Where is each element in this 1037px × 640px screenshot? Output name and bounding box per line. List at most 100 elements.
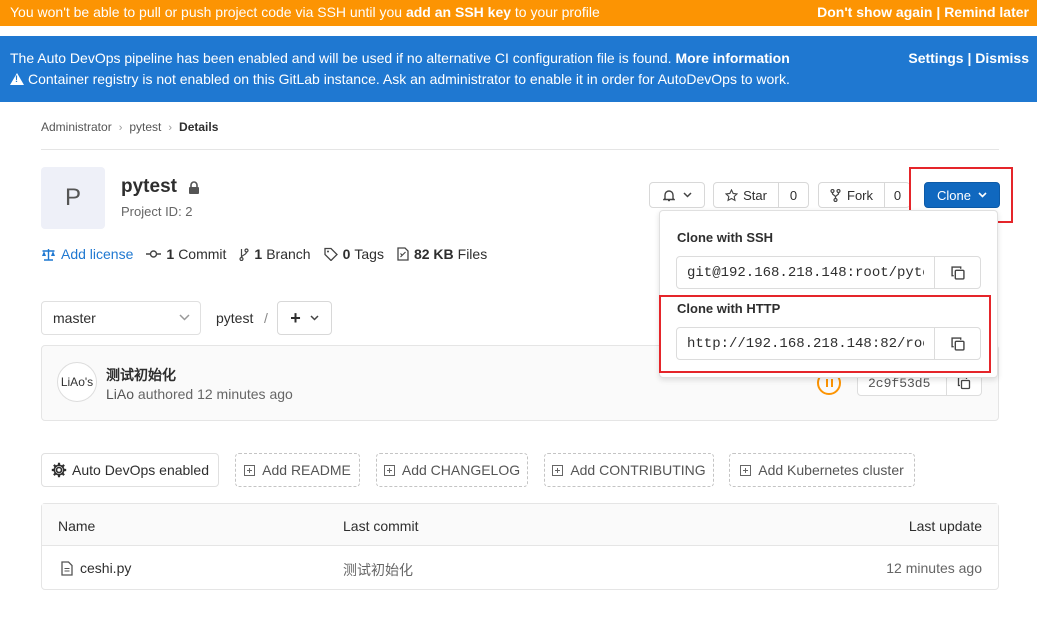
file-size-icon — [397, 247, 409, 261]
star-button[interactable]: Star — [713, 182, 779, 208]
file-name-link[interactable]: ceshi.py — [80, 560, 131, 576]
clone-ssh-label: Clone with SSH — [677, 230, 774, 245]
devops-banner-actions: Settings | Dismiss — [908, 50, 1029, 66]
files-size: 82 KB — [413, 246, 454, 262]
dont-show-again-link[interactable]: Don't show again — [817, 4, 932, 20]
commit-time: authored 12 minutes ago — [134, 386, 293, 402]
ssh-banner-message: You won't be able to pull or push projec… — [10, 4, 600, 20]
commits-link[interactable]: 1 Commit — [146, 246, 226, 262]
tag-icon — [323, 247, 338, 261]
tags-link[interactable]: 0 Tags — [323, 246, 384, 262]
column-header-name: Name — [58, 518, 96, 534]
star-icon — [725, 188, 739, 201]
add-kubernetes-cluster-label: Add Kubernetes cluster — [758, 462, 904, 478]
more-information-link[interactable]: More information — [675, 50, 789, 66]
breadcrumb-item-project[interactable]: pytest — [129, 120, 161, 134]
divider — [41, 149, 999, 150]
path-root-link[interactable]: pytest — [216, 310, 253, 326]
breadcrumb-item-administrator[interactable]: Administrator — [41, 120, 112, 134]
add-license-label: Add license — [61, 246, 134, 262]
add-contributing-button[interactable]: Add CONTRIBUTING — [544, 453, 714, 487]
plus-square-icon — [244, 464, 256, 476]
tag-count: 0 — [342, 246, 351, 262]
breadcrumb-item-details[interactable]: Details — [179, 120, 218, 134]
copy-icon — [957, 376, 971, 390]
ssh-key-banner: You won't be able to pull or push projec… — [0, 0, 1037, 26]
plus-square-icon — [552, 464, 564, 476]
tag-label: Tags — [354, 246, 384, 262]
branches-link[interactable]: 1 Branch — [239, 246, 311, 262]
fork-count[interactable]: 0 — [884, 182, 910, 208]
fork-button[interactable]: Fork — [818, 182, 885, 208]
add-kubernetes-cluster-button[interactable]: Add Kubernetes cluster — [729, 453, 915, 487]
commit-count: 1 — [166, 246, 175, 262]
add-ssh-key-link[interactable]: add an SSH key — [406, 4, 511, 20]
commit-label: Commit — [178, 246, 227, 262]
auto-devops-banner: The Auto DevOps pipeline has been enable… — [0, 36, 1037, 102]
project-stats: Add license 1 Commit 1 Branch 0 Tags 82 KB F… — [41, 246, 500, 262]
add-contributing-label: Add CONTRIBUTING — [570, 462, 706, 478]
add-changelog-button[interactable]: Add CHANGELOG — [376, 453, 528, 487]
fork-label: Fork — [847, 187, 873, 203]
branch-select[interactable]: master — [41, 301, 201, 335]
lock-icon — [189, 181, 199, 194]
branch-label: Branch — [266, 246, 311, 262]
warning-icon — [10, 73, 24, 85]
dismiss-link[interactable]: Dismiss — [975, 50, 1029, 66]
file-icon — [61, 561, 73, 576]
auto-devops-enabled-button[interactable]: Auto DevOps enabled — [41, 453, 219, 487]
devops-banner-line2: Container registry is not enabled on thi… — [10, 71, 790, 87]
commit-icon — [146, 250, 162, 258]
bell-icon — [662, 189, 675, 201]
devops-banner-line1: The Auto DevOps pipeline has been enable… — [10, 50, 790, 66]
star-count[interactable]: 0 — [778, 182, 809, 208]
copy-icon — [950, 265, 965, 280]
project-title: pytest — [121, 176, 177, 197]
settings-link[interactable]: Settings — [908, 50, 963, 66]
column-header-last-update: Last update — [908, 518, 982, 534]
registry-warning-text: Container registry is not enabled on thi… — [28, 71, 790, 87]
scale-icon — [42, 248, 55, 261]
add-to-tree-dropdown[interactable]: + — [277, 301, 332, 335]
column-header-last-commit: Last commit — [343, 518, 419, 534]
star-label: Star — [743, 187, 767, 203]
devops-banner-separator: | — [963, 50, 976, 66]
file-last-commit-link[interactable]: 测试初始化 — [343, 560, 413, 580]
plus-square-icon — [383, 464, 395, 476]
table-header — [42, 504, 998, 546]
commit-title-link[interactable]: 测试初始化 — [106, 365, 176, 385]
ssh-banner-actions: Don't show again | Remind later — [817, 4, 1029, 20]
clone-ssh-url-input[interactable] — [676, 256, 935, 289]
files-link[interactable]: 82 KB Files — [397, 246, 487, 262]
add-changelog-label: Add CHANGELOG — [401, 462, 521, 478]
devops-banner-text: The Auto DevOps pipeline has been enable… — [10, 50, 676, 66]
commit-meta: LiAo authored 12 minutes ago — [106, 386, 293, 402]
plus-square-icon — [740, 464, 752, 476]
clone-http-highlight — [659, 295, 991, 373]
commit-author-link[interactable]: LiAo — [106, 386, 134, 402]
fork-icon — [830, 188, 841, 202]
add-readme-button[interactable]: Add README — [235, 453, 360, 487]
branch-select-value: master — [53, 310, 96, 326]
project-id: Project ID: 2 — [121, 204, 193, 219]
ssh-banner-separator: | — [932, 4, 945, 20]
branch-icon — [239, 247, 250, 261]
path-separator: / — [264, 310, 268, 326]
chevron-down-icon — [310, 315, 319, 321]
file-last-update: 12 minutes ago — [886, 560, 982, 576]
remind-later-link[interactable]: Remind later — [944, 4, 1029, 20]
auto-devops-enabled-label: Auto DevOps enabled — [72, 462, 209, 478]
chevron-right-icon: › — [118, 122, 123, 134]
ssh-banner-text: You won't be able to pull or push projec… — [10, 4, 406, 20]
ssh-banner-suffix: to your profile — [511, 4, 600, 20]
commit-author-avatar[interactable]: LiAo's — [57, 362, 97, 402]
copy-ssh-url-button[interactable] — [934, 256, 981, 289]
plus-icon: + — [290, 308, 301, 328]
add-license-link[interactable]: Add license — [41, 246, 133, 262]
branch-count: 1 — [254, 246, 263, 262]
files-label: Files — [457, 246, 488, 262]
project-avatar: P — [41, 167, 105, 229]
chevron-right-icon: › — [168, 122, 173, 134]
chevron-down-icon — [179, 314, 190, 321]
notification-dropdown-button[interactable] — [649, 182, 705, 208]
